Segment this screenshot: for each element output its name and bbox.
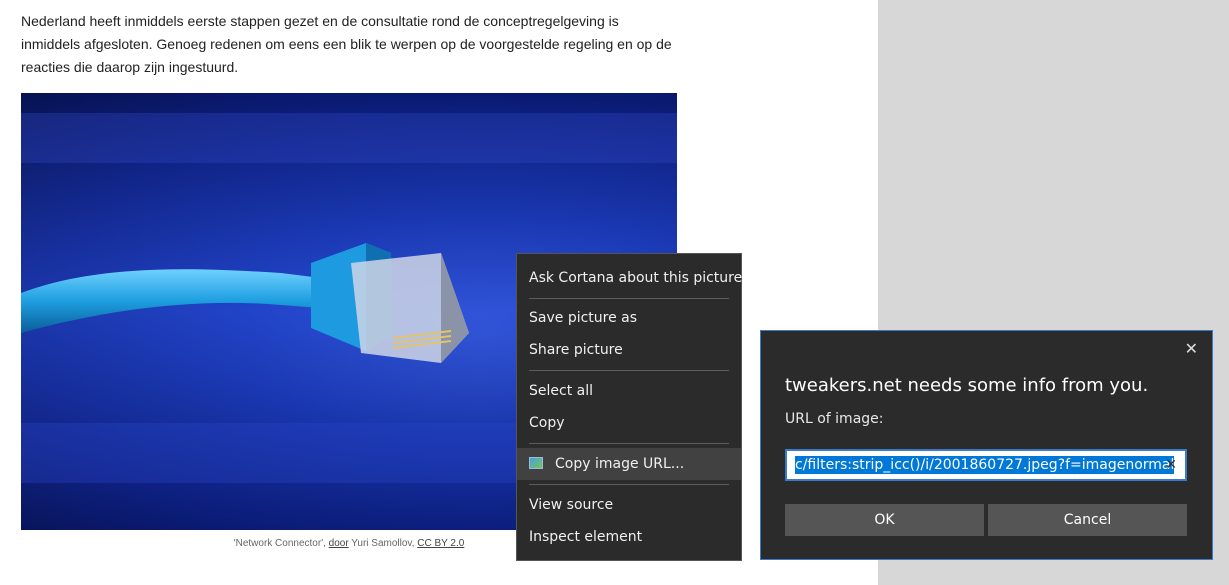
menu-item-copy-image-url[interactable]: Copy image URL...: [517, 448, 741, 480]
menu-item-ask-cortana[interactable]: Ask Cortana about this picture: [517, 262, 742, 294]
url-field-label: URL of image:: [785, 411, 884, 427]
menu-item-view-source[interactable]: View source: [517, 489, 741, 521]
url-input[interactable]: c/filters:strip_icc()/i/2001860727.jpeg?…: [785, 449, 1187, 481]
intro-line: Nederland heeft inmiddels eerste stappen…: [21, 13, 619, 29]
menu-separator: [529, 484, 729, 485]
menu-item-inspect-element[interactable]: Inspect element: [517, 521, 741, 553]
menu-separator: [529, 298, 729, 299]
menu-item-select-all[interactable]: Select all: [517, 375, 741, 407]
menu-item-save-picture[interactable]: Save picture as: [517, 302, 741, 334]
caption-license-link[interactable]: CC BY 2.0: [417, 538, 464, 549]
image-icon: [529, 457, 543, 469]
menu-separator: [529, 370, 729, 371]
context-menu: Ask Cortana about this picture Save pict…: [516, 253, 742, 561]
article-page: Nederland heeft inmiddels eerste stappen…: [0, 0, 878, 585]
menu-separator: [529, 443, 729, 444]
cancel-button[interactable]: Cancel: [988, 504, 1187, 536]
dialog-title: tweakers.net needs some info from you.: [785, 375, 1149, 396]
menu-item-label: Copy image URL...: [555, 456, 685, 472]
info-dialog: ✕ tweakers.net needs some info from you.…: [760, 330, 1213, 560]
intro-line: reacties die daarop zijn ingestuurd.: [21, 59, 239, 75]
caption-by-link[interactable]: door: [329, 538, 349, 549]
intro-line: inmiddels afgesloten. Genoeg redenen om …: [21, 36, 672, 52]
clear-input-icon[interactable]: ✕: [1165, 456, 1177, 474]
close-icon[interactable]: ✕: [1185, 339, 1198, 358]
caption-author: Yuri Samollov,: [351, 538, 415, 549]
menu-item-share-picture[interactable]: Share picture: [517, 334, 741, 366]
caption-title: 'Network Connector',: [233, 538, 326, 549]
url-input-value: c/filters:strip_icc()/i/2001860727.jpeg?…: [795, 456, 1175, 474]
article-intro: Nederland heeft inmiddels eerste stappen…: [21, 10, 681, 79]
menu-item-copy[interactable]: Copy: [517, 407, 741, 439]
ok-button[interactable]: OK: [785, 504, 984, 536]
